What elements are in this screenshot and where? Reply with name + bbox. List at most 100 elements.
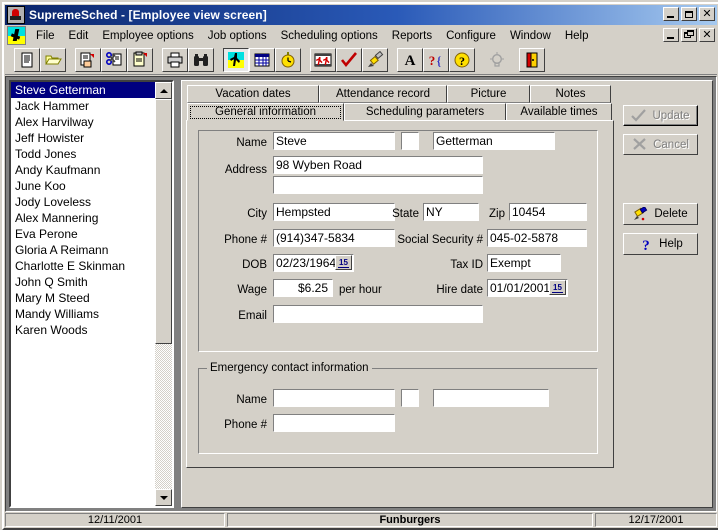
mdi-close-button[interactable]: ✕: [699, 28, 715, 42]
zip-field[interactable]: 10454: [509, 203, 587, 221]
query-button[interactable]: ? {: [423, 47, 449, 72]
mdi-minimize-button[interactable]: [663, 28, 679, 42]
tax-id-label: Tax ID: [450, 259, 483, 271]
open-folder-icon: [45, 55, 62, 64]
first-name-field[interactable]: Steve: [273, 132, 395, 150]
list-item[interactable]: Gloria A Reimann: [11, 242, 155, 258]
list-item[interactable]: Todd Jones: [11, 146, 155, 162]
list-item[interactable]: Jack Hammer: [11, 98, 155, 114]
app-logo-icon: [7, 6, 25, 24]
hire-date-calendar-button[interactable]: 15: [549, 280, 566, 295]
calendar-grid-icon: [254, 53, 270, 66]
check-mark-icon: [340, 51, 357, 67]
cut-employee-button[interactable]: [75, 47, 101, 72]
help-topics-button[interactable]: ?: [449, 47, 475, 72]
employee-list-scrollbar[interactable]: [155, 82, 172, 506]
list-item[interactable]: Alex Harvilway: [11, 114, 155, 130]
application-window: SupremeSched - [Employee view screen] ✕ …: [0, 0, 718, 530]
list-item[interactable]: Steve Getterman: [11, 82, 155, 98]
document-icon: [21, 52, 33, 67]
employee-list[interactable]: Steve Getterman Jack Hammer Alex Harvilw…: [9, 80, 174, 508]
font-button[interactable]: A: [397, 47, 423, 72]
print-button[interactable]: [162, 47, 188, 72]
tab-attendance-record[interactable]: Attendance record: [319, 85, 447, 103]
svg-text:?: ?: [429, 53, 436, 68]
mdi-restore-button[interactable]: [681, 28, 697, 42]
menu-item-job-options[interactable]: Job options: [201, 28, 274, 44]
list-item[interactable]: Karen Woods: [11, 322, 155, 338]
tab-picture[interactable]: Picture: [447, 85, 530, 103]
list-item[interactable]: Andy Kaufmann: [11, 162, 155, 178]
exit-button[interactable]: [519, 47, 545, 72]
dob-calendar-button[interactable]: 15: [335, 255, 352, 270]
last-name-field[interactable]: Getterman: [433, 132, 555, 150]
menu-item-scheduling-options[interactable]: Scheduling options: [274, 28, 385, 44]
list-item[interactable]: Eva Perone: [11, 226, 155, 242]
menu-item-file[interactable]: File: [29, 28, 62, 44]
minimize-button[interactable]: [663, 7, 679, 21]
wage-field[interactable]: $6.25: [273, 279, 333, 297]
menu-item-help[interactable]: Help: [558, 28, 596, 44]
menu-item-edit[interactable]: Edit: [62, 28, 96, 44]
question-brace-icon: ? {: [429, 53, 442, 68]
scroll-down-button[interactable]: [155, 489, 172, 506]
tax-id-field[interactable]: Exempt: [487, 254, 561, 272]
list-item[interactable]: Jeff Howister: [11, 130, 155, 146]
scroll-up-button[interactable]: [155, 82, 172, 99]
employee-list-items[interactable]: Steve Getterman Jack Hammer Alex Harvilw…: [11, 82, 155, 506]
emergency-first-name-field[interactable]: [273, 389, 395, 407]
employee-view-button[interactable]: [223, 47, 249, 72]
menu-item-reports[interactable]: Reports: [385, 28, 439, 44]
list-item[interactable]: June Koo: [11, 178, 155, 194]
middle-initial-field[interactable]: [401, 132, 419, 150]
cancel-button-label: Cancel: [653, 138, 689, 151]
ssn-field[interactable]: 045-02-5878: [487, 229, 587, 247]
help-button[interactable]: ? Help: [623, 233, 698, 255]
address-line1-field[interactable]: 98 Wyben Road: [273, 156, 483, 174]
mdi-child-icon[interactable]: [7, 26, 26, 45]
list-item[interactable]: Mandy Williams: [11, 306, 155, 322]
close-button[interactable]: ✕: [699, 7, 715, 21]
tab-vacation-dates[interactable]: Vacation dates: [187, 85, 319, 103]
tab-scheduling-parameters[interactable]: Scheduling parameters: [344, 103, 506, 121]
emergency-middle-initial-field[interactable]: [401, 389, 419, 407]
tip-button[interactable]: [484, 47, 510, 72]
list-item[interactable]: John Q Smith: [11, 274, 155, 290]
menu-item-window[interactable]: Window: [503, 28, 558, 44]
filmstrip-person-icon: [314, 53, 332, 66]
status-bar: 12/11/2001 Funburgers 12/17/2001: [5, 513, 717, 527]
svg-text:?: ?: [459, 54, 465, 68]
menu-item-configure[interactable]: Configure: [439, 28, 503, 44]
maximize-button[interactable]: [681, 7, 697, 21]
emergency-last-name-field[interactable]: [433, 389, 549, 407]
list-item[interactable]: Alex Mannering: [11, 210, 155, 226]
address-line2-field[interactable]: [273, 176, 483, 194]
paint-button[interactable]: [362, 47, 388, 72]
paste-button[interactable]: [127, 47, 153, 72]
emergency-phone-field[interactable]: [273, 414, 395, 432]
list-item[interactable]: Mary M Steed: [11, 290, 155, 306]
email-field[interactable]: [273, 305, 483, 323]
cut-button[interactable]: [101, 47, 127, 72]
tab-general-information[interactable]: General information: [187, 103, 344, 121]
list-item[interactable]: Jody Loveless: [11, 194, 155, 210]
emergency-name-label: Name: [236, 394, 267, 406]
emergency-contact-group: Emergency contact information: [198, 362, 598, 454]
scrollbar-thumb[interactable]: [155, 99, 172, 344]
update-button[interactable]: Update: [623, 105, 698, 126]
approve-button[interactable]: [336, 47, 362, 72]
new-document-button[interactable]: [14, 47, 40, 72]
tab-available-times[interactable]: Available times: [506, 103, 612, 121]
find-button[interactable]: [188, 47, 214, 72]
cancel-button[interactable]: Cancel: [623, 134, 698, 155]
filmstrip-button[interactable]: [310, 47, 336, 72]
time-clock-button[interactable]: [275, 47, 301, 72]
delete-button[interactable]: Delete: [623, 203, 698, 225]
state-field[interactable]: NY: [423, 203, 479, 221]
yellow-question-icon: ?: [454, 52, 470, 68]
list-item[interactable]: Charlotte E Skinman: [11, 258, 155, 274]
menu-item-employee-options[interactable]: Employee options: [95, 28, 200, 44]
tab-notes[interactable]: Notes: [530, 85, 611, 103]
open-folder-button[interactable]: [40, 47, 66, 72]
schedule-grid-button[interactable]: [249, 47, 275, 72]
